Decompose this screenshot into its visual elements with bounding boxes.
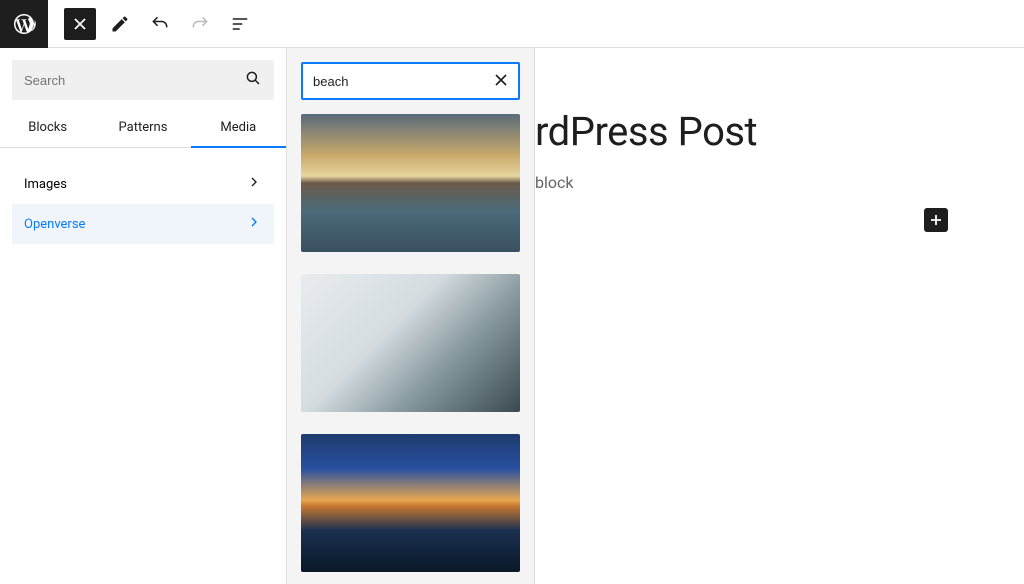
plus-icon xyxy=(929,213,943,227)
pencil-icon xyxy=(110,14,130,34)
add-block-button[interactable] xyxy=(924,208,948,232)
wordpress-icon xyxy=(12,12,36,36)
edit-tool-button[interactable] xyxy=(104,8,136,40)
close-icon xyxy=(494,73,508,87)
tab-media[interactable]: Media xyxy=(191,108,286,147)
inserter-tabs: Blocks Patterns Media xyxy=(0,108,286,148)
search-icon xyxy=(244,69,262,91)
clear-search-button[interactable] xyxy=(494,72,508,91)
tab-patterns[interactable]: Patterns xyxy=(95,108,190,147)
wordpress-logo[interactable] xyxy=(0,0,48,48)
media-category-images[interactable]: Images xyxy=(12,164,274,204)
media-results-panel xyxy=(287,48,535,584)
post-title[interactable]: rdPress Post xyxy=(535,108,1000,155)
document-overview-button[interactable] xyxy=(224,8,256,40)
list-icon xyxy=(230,14,250,34)
close-inserter-button[interactable] xyxy=(64,8,96,40)
redo-icon xyxy=(190,14,210,34)
chevron-right-icon xyxy=(246,174,262,194)
editor-canvas: rdPress Post block xyxy=(535,48,1024,216)
undo-button[interactable] xyxy=(144,8,176,40)
inserter-search[interactable] xyxy=(12,60,274,100)
media-result-thumbnail[interactable] xyxy=(301,274,520,412)
media-result-thumbnail[interactable] xyxy=(301,434,520,572)
media-category-label: Images xyxy=(24,177,67,192)
tab-blocks[interactable]: Blocks xyxy=(0,108,95,147)
block-placeholder[interactable]: block xyxy=(535,173,1000,192)
close-icon xyxy=(73,17,87,31)
media-category-openverse[interactable]: Openverse xyxy=(12,204,274,244)
undo-icon xyxy=(150,14,170,34)
media-categories-list: Images Openverse xyxy=(12,164,274,244)
media-search-box[interactable] xyxy=(301,62,520,100)
media-result-thumbnail[interactable] xyxy=(301,114,520,252)
top-toolbar xyxy=(0,0,1024,48)
media-category-label: Openverse xyxy=(24,217,85,232)
media-search-input[interactable] xyxy=(313,74,494,89)
block-inserter-panel: Blocks Patterns Media Images Openverse xyxy=(0,48,287,584)
redo-button xyxy=(184,8,216,40)
inserter-search-input[interactable] xyxy=(24,73,244,88)
chevron-right-icon xyxy=(246,214,262,234)
